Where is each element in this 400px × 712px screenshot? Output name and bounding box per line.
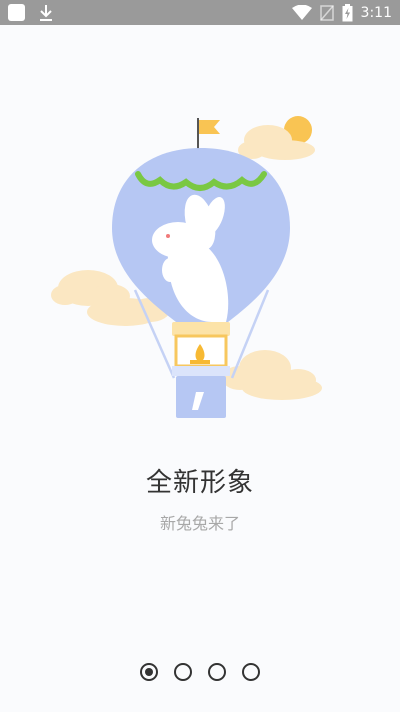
onboarding-subtitle: 新兔兔来了: [159, 514, 240, 533]
status-time: 3:11: [360, 4, 392, 21]
basket-rim: [172, 322, 230, 336]
page-dot-3[interactable]: [208, 663, 226, 681]
no-sim-icon: [319, 4, 334, 21]
hot-air-balloon-illustration: [51, 116, 322, 418]
status-left: [8, 4, 53, 22]
page-dot-1[interactable]: [140, 663, 158, 681]
page-dot-4[interactable]: [242, 663, 260, 681]
basket-body: [172, 366, 230, 376]
burner: [190, 360, 210, 364]
cloud-bottom-right-icon: [222, 350, 322, 400]
onboarding-title: 全新形象: [145, 468, 254, 498]
active-dot-fill: [145, 668, 153, 676]
notification-square-icon: [8, 4, 25, 21]
rabbit-eye: [166, 234, 170, 238]
status-right: 3:11: [291, 3, 392, 22]
download-icon: [40, 4, 52, 21]
page-dot-2[interactable]: [174, 663, 192, 681]
cloud-top-right-icon: [238, 116, 315, 160]
flag-icon: [199, 120, 220, 134]
page-indicator: [0, 663, 400, 681]
wifi-icon: [291, 4, 312, 20]
battery-charging-icon: [342, 3, 353, 21]
status-bar: 3:11: [0, 0, 400, 25]
